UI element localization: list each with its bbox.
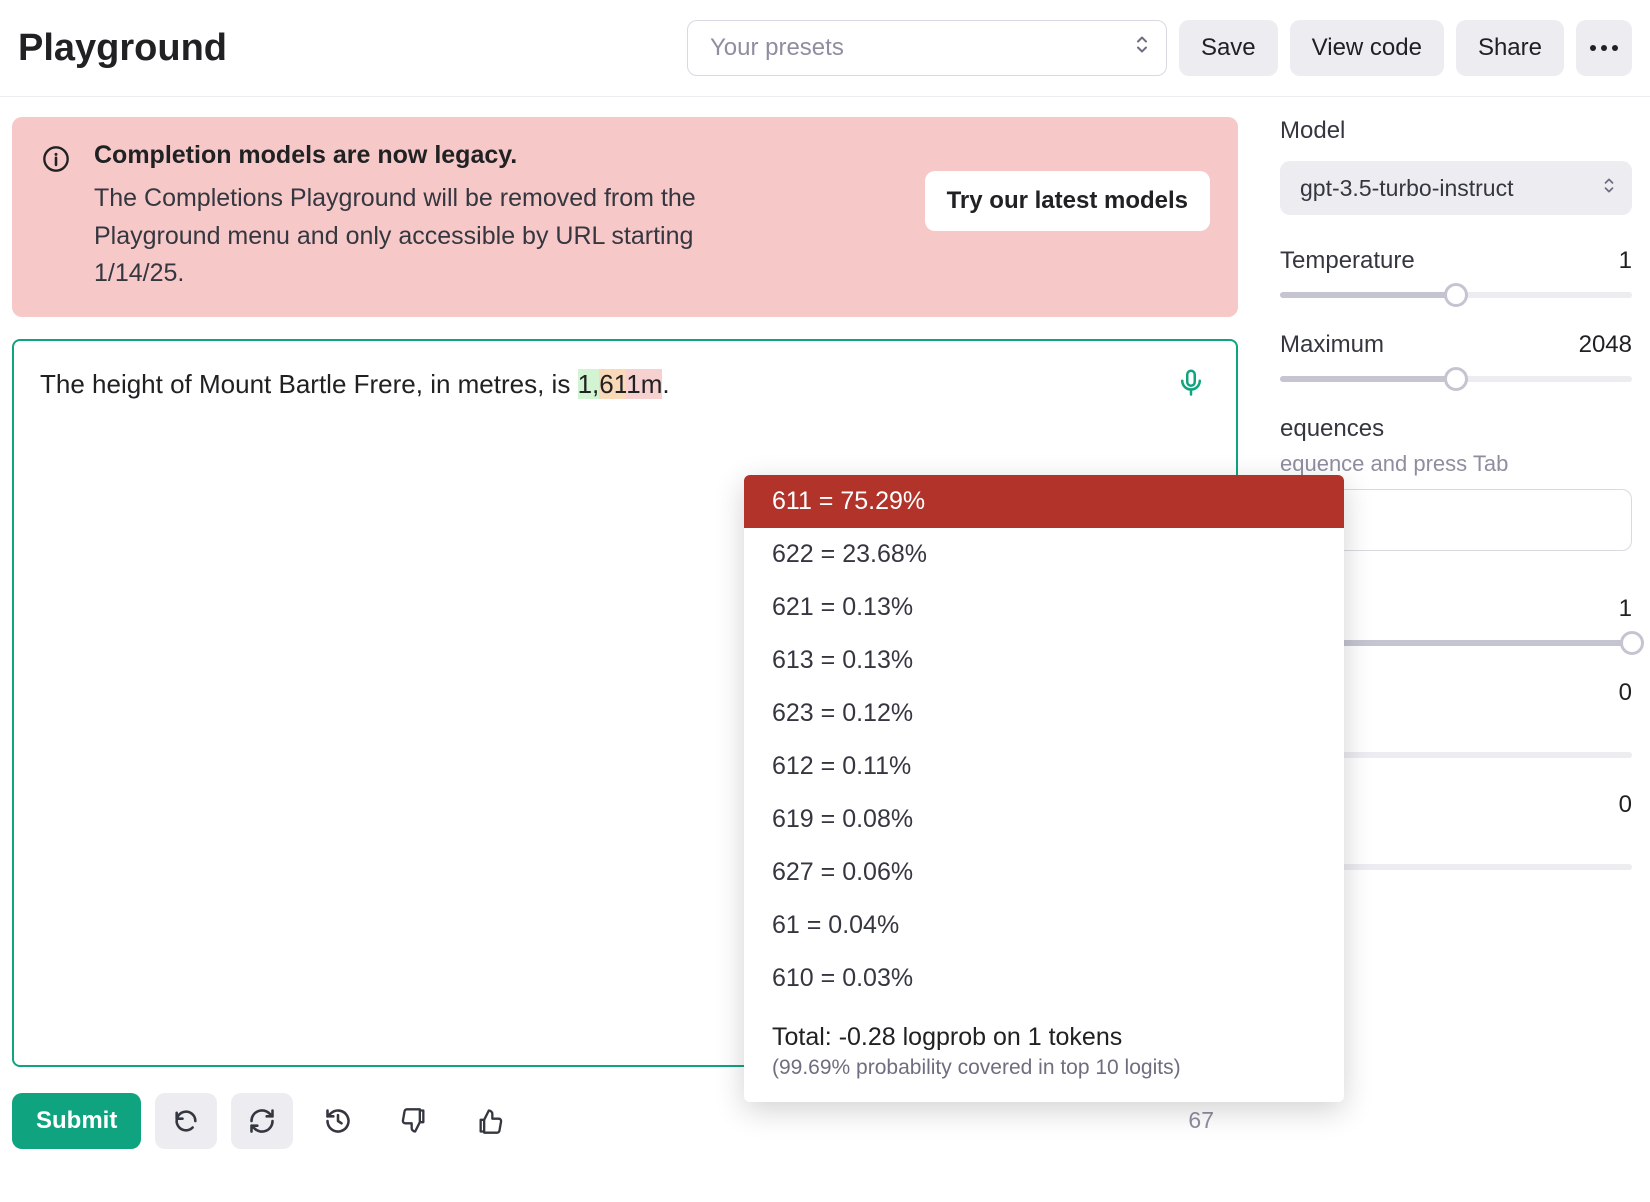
maximum-slider[interactable] <box>1280 375 1632 383</box>
editor-prefix: The height of Mount Bartle Frere, in met… <box>40 369 578 399</box>
logprob-row[interactable]: 627 = 0.06% <box>744 846 1344 899</box>
logprob-row[interactable]: 619 = 0.08% <box>744 793 1344 846</box>
logprob-row[interactable]: 610 = 0.03% <box>744 952 1344 1005</box>
share-button[interactable]: Share <box>1456 20 1564 76</box>
param-4-value: 1 <box>1619 595 1632 623</box>
logprob-row[interactable]: 611 = 75.29% <box>744 475 1344 528</box>
history-button[interactable] <box>307 1093 369 1149</box>
undo-icon <box>172 1107 200 1135</box>
save-button[interactable]: Save <box>1179 20 1278 76</box>
try-latest-models-button[interactable]: Try our latest models <box>925 171 1210 231</box>
temperature-slider[interactable] <box>1280 291 1632 299</box>
logprob-row[interactable]: 622 = 23.68% <box>744 528 1344 581</box>
temperature-param: Temperature 1 <box>1280 247 1632 299</box>
model-value: gpt-3.5-turbo-instruct <box>1300 175 1513 202</box>
presets-placeholder: Your presets <box>710 34 844 62</box>
undo-button[interactable] <box>155 1093 217 1149</box>
view-code-button[interactable]: View code <box>1290 20 1444 76</box>
regenerate-button[interactable] <box>231 1093 293 1149</box>
model-label: Model <box>1280 117 1345 145</box>
token-highlight-green: 1, <box>578 369 600 399</box>
logprob-row[interactable]: 612 = 0.11% <box>744 740 1344 793</box>
header-bar: Playground Your presets Save View code S… <box>0 0 1650 97</box>
stop-sequences-label-partial: equences <box>1280 415 1384 443</box>
maximum-value: 2048 <box>1579 331 1632 359</box>
info-icon <box>42 145 70 178</box>
logprob-row[interactable]: 623 = 0.12% <box>744 687 1344 740</box>
page-title: Playground <box>18 27 227 70</box>
maximum-label: Maximum <box>1280 331 1384 359</box>
thumbs-up-icon <box>476 1107 504 1135</box>
presets-select[interactable]: Your presets <box>687 20 1167 76</box>
editor-text: The height of Mount Bartle Frere, in met… <box>40 369 670 399</box>
logprob-total: Total: -0.28 logprob on 1 tokens <box>772 1023 1316 1052</box>
model-param: Model gpt-3.5-turbo-instruct <box>1280 117 1632 215</box>
more-button[interactable] <box>1576 20 1632 76</box>
submit-button[interactable]: Submit <box>12 1093 141 1149</box>
token-highlight-pink: 1m <box>626 369 662 399</box>
thumbs-up-button[interactable] <box>459 1093 521 1149</box>
logprob-row[interactable]: 621 = 0.13% <box>744 581 1344 634</box>
chevron-up-down-icon <box>1602 175 1616 202</box>
legacy-warning-banner: Completion models are now legacy. The Co… <box>12 117 1238 317</box>
logprob-coverage: (99.69% probability covered in top 10 lo… <box>772 1056 1316 1080</box>
presence-value: 0 <box>1619 791 1632 819</box>
temperature-label: Temperature <box>1280 247 1415 275</box>
warning-title: Completion models are now legacy. <box>94 141 901 170</box>
microphone-icon[interactable] <box>1176 367 1206 408</box>
history-icon <box>324 1107 352 1135</box>
temperature-value: 1 <box>1619 247 1632 275</box>
frequency-value: 0 <box>1619 679 1632 707</box>
logprob-popup: 611 = 75.29%622 = 23.68%621 = 0.13%613 =… <box>744 475 1344 1102</box>
model-select[interactable]: gpt-3.5-turbo-instruct <box>1280 161 1632 215</box>
editor-tail: . <box>662 369 669 399</box>
logprob-row[interactable]: 613 = 0.13% <box>744 634 1344 687</box>
thumbs-down-button[interactable] <box>383 1093 445 1149</box>
warning-body: The Completions Playground will be remov… <box>94 180 774 293</box>
stop-sequences-help-partial: equence and press Tab <box>1280 451 1632 477</box>
dots-horizontal-icon <box>1590 45 1618 51</box>
chevron-up-down-icon <box>1134 34 1150 63</box>
logprob-row[interactable]: 61 = 0.04% <box>744 899 1344 952</box>
token-highlight-orange: 61 <box>599 369 626 399</box>
refresh-icon <box>248 1107 276 1135</box>
token-count: 67 <box>1188 1107 1214 1134</box>
maximum-length-param: Maximum 2048 <box>1280 331 1632 383</box>
thumbs-down-icon <box>400 1107 428 1135</box>
